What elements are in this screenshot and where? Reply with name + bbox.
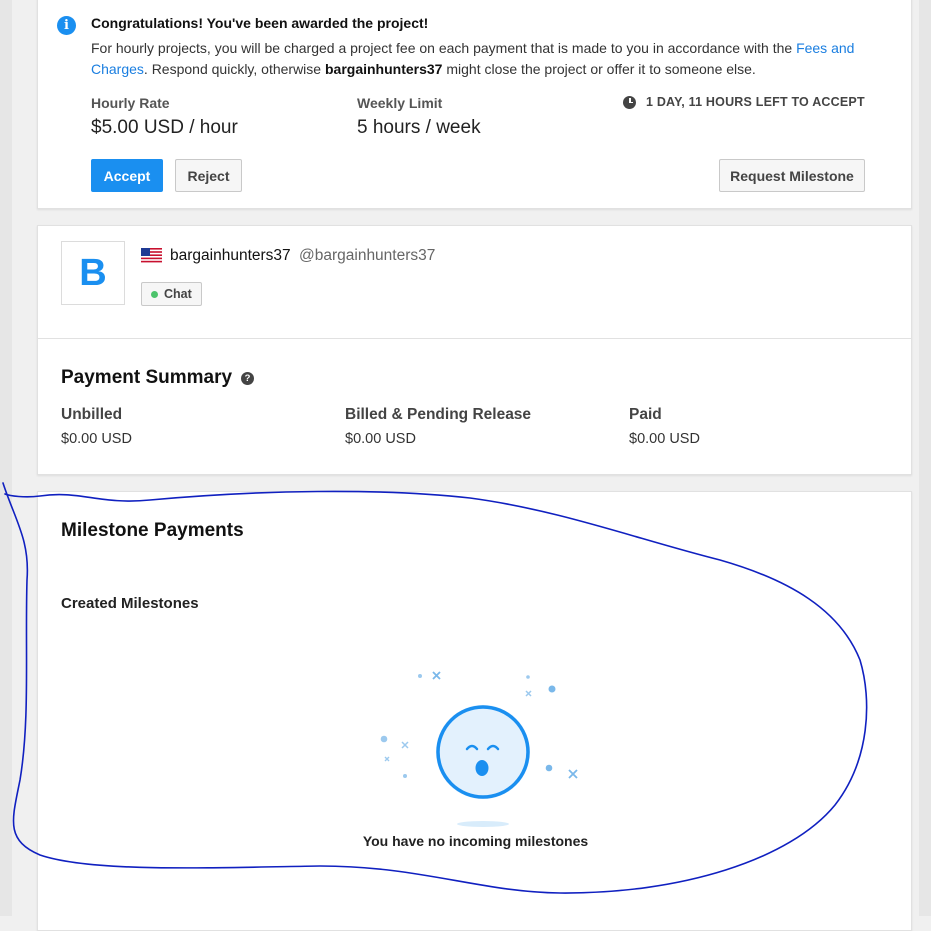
award-notice-card: i Congratulations! You've been awarded t…: [37, 0, 912, 209]
award-desc-text: For hourly projects, you will be charged…: [91, 40, 797, 56]
paid-value: $0.00 USD: [629, 431, 700, 447]
paid-label: Paid: [629, 406, 662, 423]
billed-pending-value: $0.00 USD: [345, 431, 416, 447]
award-title: Congratulations! You've been awarded the…: [91, 15, 429, 31]
accept-button[interactable]: Accept: [91, 159, 163, 192]
avatar[interactable]: B: [61, 241, 125, 305]
info-icon: i: [57, 16, 76, 35]
deadline-text: 1 DAY, 11 HOURS LEFT TO ACCEPT: [646, 95, 865, 109]
unbilled-label: Unbilled: [61, 406, 123, 423]
reject-button[interactable]: Reject: [175, 159, 242, 192]
us-flag-icon: [141, 248, 162, 263]
employer-username[interactable]: bargainhunters37: [170, 247, 291, 265]
employer-handle: @bargainhunters37: [299, 247, 436, 264]
right-scrollbar-track[interactable]: [919, 0, 931, 916]
award-desc-text: . Respond quickly, otherwise: [143, 61, 325, 77]
chat-label: Chat: [164, 287, 192, 301]
left-gutter: [0, 0, 12, 916]
weekly-limit-value: 5 hours / week: [357, 117, 481, 138]
sleepy-face-illustration: [380, 671, 578, 827]
payment-summary-heading: Payment Summary: [61, 367, 233, 388]
chat-button[interactable]: Chat: [141, 282, 202, 306]
award-desc-username: bargainhunters37: [324, 61, 443, 77]
request-milestone-button[interactable]: Request Milestone: [719, 159, 865, 192]
award-desc-text: might close the project or offer it to s…: [442, 61, 756, 77]
online-status-icon: [151, 290, 158, 298]
unbilled-value: $0.00 USD: [61, 431, 132, 447]
hourly-rate-label: Hourly Rate: [91, 95, 170, 111]
accept-deadline: 1 DAY, 11 HOURS LEFT TO ACCEPT: [623, 95, 865, 109]
divider: [38, 338, 911, 339]
hourly-rate-value: $5.00 USD / hour: [91, 117, 238, 138]
help-icon[interactable]: ?: [241, 371, 255, 385]
weekly-limit-label: Weekly Limit: [357, 95, 443, 111]
award-description: For hourly projects, you will be charged…: [91, 38, 871, 80]
billed-pending-label: Billed & Pending Release: [345, 406, 532, 423]
clock-icon: [623, 95, 636, 109]
employer-card: B bargainhunters37 @bargainhunters37 Cha…: [37, 225, 912, 475]
empty-state-message: You have no incoming milestones: [362, 833, 589, 849]
milestone-payments-card: Milestone Payments Created Milestones Yo…: [37, 491, 912, 931]
milestone-payments-title: Milestone Payments: [61, 520, 244, 541]
payment-summary-title: Payment Summary ?: [61, 367, 255, 389]
created-milestones-heading: Created Milestones: [61, 595, 199, 612]
